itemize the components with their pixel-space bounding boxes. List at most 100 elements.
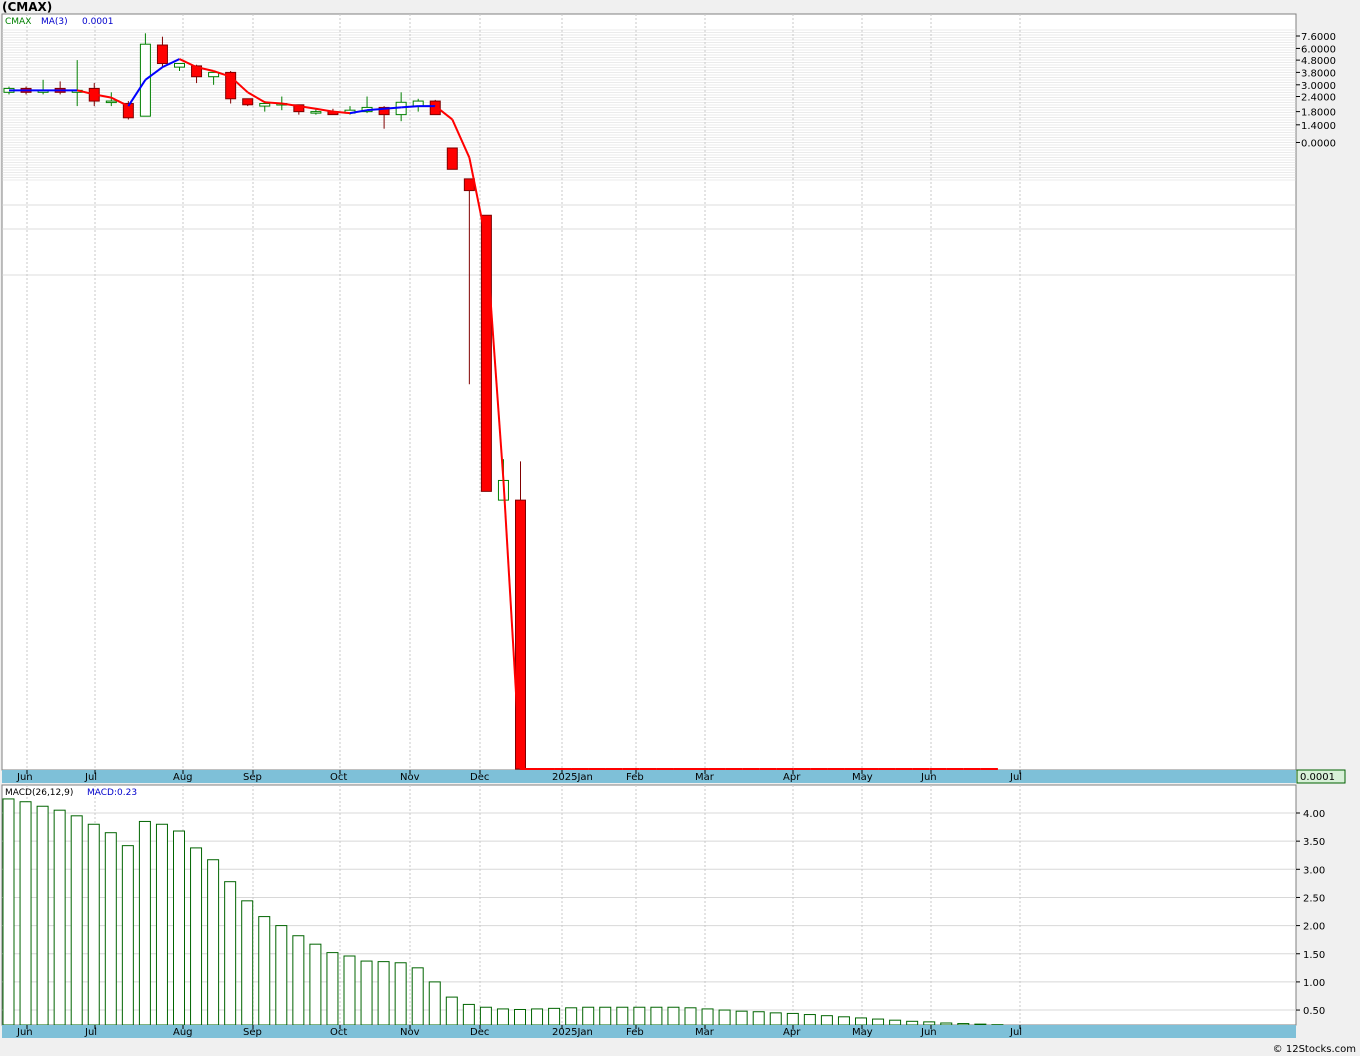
candle-body bbox=[515, 499, 526, 770]
macd-bar bbox=[718, 1009, 731, 1026]
macd-y-tick-label: 1.50 bbox=[1303, 950, 1325, 961]
macd-bar bbox=[565, 1007, 578, 1026]
date-axis-label: Jul bbox=[84, 1027, 97, 1038]
macd-y-tick-label: 2.00 bbox=[1303, 922, 1325, 933]
price-date-axis: Jun Jul Aug Sep Oct Nov Dec 2025Jan Feb Mar Apr May… bbox=[2, 770, 1296, 783]
candle-body bbox=[259, 103, 271, 107]
macd-bar bbox=[633, 1006, 646, 1026]
macd-bar bbox=[207, 859, 220, 1026]
macd-bar bbox=[292, 935, 305, 1026]
macd-bar bbox=[377, 961, 390, 1026]
macd-bar bbox=[326, 952, 339, 1026]
macd-bar bbox=[343, 955, 356, 1026]
date-axis-label: Oct bbox=[330, 772, 347, 783]
macd-y-tick-label: 3.50 bbox=[1303, 837, 1325, 848]
macd-bar bbox=[803, 1014, 816, 1026]
candle-body bbox=[174, 63, 185, 68]
date-axis-label: 2025Jan bbox=[552, 1027, 593, 1038]
macd-bar bbox=[872, 1018, 885, 1026]
chart-canvas: 7.60006.00004.80003.8000 3.00002.4000 1.80… bbox=[1, 13, 1346, 1038]
macd-date-axis: Jun Jul Aug Sep Oct Nov Dec 2025Jan Feb Mar Apr May… bbox=[2, 1025, 1296, 1038]
macd-bar bbox=[2, 798, 15, 1026]
macd-bar bbox=[684, 1007, 697, 1026]
macd-bar bbox=[735, 1010, 748, 1026]
last-price-badge: 0.0001 bbox=[1300, 772, 1335, 783]
candle-body bbox=[310, 111, 322, 114]
date-axis-label: Jun bbox=[16, 1027, 33, 1038]
footer-credit: © 12Stocks.com bbox=[1272, 1044, 1356, 1055]
ma-segment bbox=[384, 106, 402, 110]
macd-bar bbox=[582, 1006, 595, 1026]
macd-bar bbox=[173, 830, 185, 1026]
price-y-tick-label: 1.4000 bbox=[1301, 121, 1336, 132]
price-legend-ma-value: 0.0001 bbox=[82, 17, 114, 27]
ma-segment bbox=[366, 107, 385, 112]
ma-segment bbox=[401, 105, 419, 109]
date-axis-label: Dec bbox=[470, 1027, 489, 1038]
date-axis-label: Jul bbox=[1009, 1027, 1022, 1038]
macd-bar bbox=[394, 962, 407, 1026]
macd-bar bbox=[70, 815, 83, 1026]
macd-bar bbox=[36, 805, 49, 1026]
candle-body bbox=[105, 100, 117, 104]
date-axis-label: Apr bbox=[783, 1027, 801, 1038]
macd-bar bbox=[548, 1007, 561, 1026]
macd-bar bbox=[752, 1011, 765, 1026]
macd-bar bbox=[940, 1022, 953, 1026]
macd-bar bbox=[275, 925, 288, 1026]
macd-bar bbox=[769, 1012, 782, 1026]
macd-bar bbox=[786, 1012, 799, 1026]
date-axis-label: Oct bbox=[330, 1027, 347, 1038]
macd-bar bbox=[889, 1019, 902, 1026]
date-axis-label: Jun bbox=[16, 772, 33, 783]
macd-y-tick-label: 1.00 bbox=[1303, 978, 1325, 989]
macd-bar bbox=[820, 1015, 833, 1026]
macd-bar bbox=[87, 823, 100, 1026]
date-axis-label: Sep bbox=[243, 772, 262, 783]
macd-bar bbox=[224, 881, 237, 1026]
price-y-tick-label: 2.4000 bbox=[1301, 93, 1336, 104]
candle-body bbox=[463, 178, 475, 192]
macd-bar bbox=[445, 996, 458, 1026]
date-axis-label: Jun bbox=[920, 1027, 937, 1038]
price-panel: 7.60006.00004.80003.8000 3.00002.4000 1.80… bbox=[1, 13, 1346, 784]
price-y-tick-label: 3.8000 bbox=[1301, 68, 1336, 79]
macd-bar bbox=[974, 1023, 987, 1026]
price-y-tick-label: 1.8000 bbox=[1301, 108, 1336, 119]
macd-bar bbox=[53, 809, 66, 1026]
macd-bar bbox=[599, 1006, 612, 1026]
macd-bar bbox=[906, 1020, 919, 1026]
macd-bar bbox=[155, 823, 168, 1026]
macd-bar bbox=[241, 900, 254, 1026]
date-axis-label: May bbox=[852, 772, 873, 783]
date-axis-label: Nov bbox=[400, 772, 420, 783]
price-y-tick-label: 7.6000 bbox=[1301, 32, 1336, 43]
macd-legend-value: MACD:0.23 bbox=[87, 788, 137, 798]
date-axis-label: Aug bbox=[173, 772, 193, 783]
price-y-tick-label: 0.0000 bbox=[1301, 138, 1336, 149]
date-axis-label: Feb bbox=[626, 772, 644, 783]
macd-bar bbox=[514, 1008, 526, 1026]
macd-bar bbox=[531, 1008, 544, 1026]
price-y-tick-label: 6.0000 bbox=[1301, 44, 1336, 55]
candle-body bbox=[480, 214, 492, 492]
date-axis-label: Mar bbox=[695, 1027, 715, 1038]
candle-body bbox=[242, 98, 254, 106]
date-axis-label: Jul bbox=[84, 772, 97, 783]
macd-y-tick-label: 0.50 bbox=[1303, 1006, 1325, 1017]
date-axis-label: Nov bbox=[400, 1027, 420, 1038]
date-axis-label: Aug bbox=[173, 1027, 193, 1038]
macd-bar bbox=[258, 916, 271, 1026]
macd-bar bbox=[360, 960, 373, 1026]
macd-bar bbox=[411, 967, 424, 1026]
macd-y-tick-label: 3.00 bbox=[1303, 865, 1325, 876]
macd-bar bbox=[104, 832, 117, 1026]
date-axis-label: Jun bbox=[920, 772, 937, 783]
date-axis-strip bbox=[2, 1025, 1296, 1038]
macd-bar bbox=[855, 1017, 867, 1026]
date-axis-strip bbox=[2, 770, 1296, 783]
date-axis-label: Mar bbox=[695, 772, 715, 783]
macd-bar bbox=[19, 801, 32, 1026]
macd-bar bbox=[309, 943, 322, 1026]
macd-bar bbox=[923, 1021, 936, 1026]
